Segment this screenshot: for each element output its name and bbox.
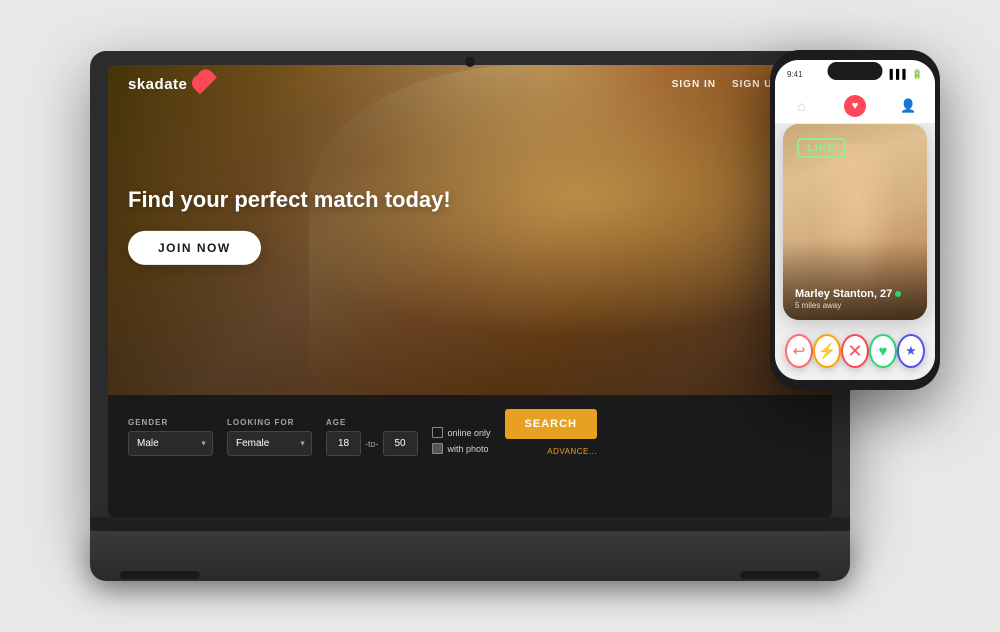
like-button[interactable]: ♥: [869, 334, 897, 368]
gender-select[interactable]: Male Female: [128, 431, 213, 456]
age-separator: -to-: [365, 439, 379, 449]
logo-text: skadate: [128, 76, 187, 93]
signal-icon: ▌▌▌: [890, 69, 909, 79]
logo-heart-icon: [189, 72, 212, 95]
action-buttons: ↩ ⚡ ✕ ♥ ★: [775, 334, 935, 368]
phone-status-icons: ▌▌▌ 🔋: [890, 69, 923, 80]
phone: 9:41 ▌▌▌ 🔋 ⌂ ♥ 👤 LIKE: [770, 50, 940, 390]
battery-icon: 🔋: [912, 69, 923, 80]
looking-for-group: LOOKING FOR Female Male: [227, 418, 312, 456]
online-only-filter[interactable]: online only: [432, 427, 491, 438]
phone-nav-bar: ⌂ ♥ 👤: [775, 88, 935, 124]
looking-for-select[interactable]: Female Male: [227, 431, 312, 456]
laptop-base: [90, 531, 850, 581]
advanced-search-link[interactable]: ADVANCE...: [505, 447, 597, 456]
with-photo-checkbox[interactable]: [432, 443, 443, 454]
looking-for-select-wrapper: Female Male: [227, 431, 312, 456]
hero-section: skadate SIGN IN SIGN UP EN Find your: [108, 65, 832, 395]
heart-nav-icon[interactable]: ♥: [844, 95, 866, 117]
boost-button[interactable]: ⚡: [813, 334, 841, 368]
looking-for-label: LOOKING FOR: [227, 418, 312, 427]
gender-label: GENDER: [128, 418, 213, 427]
profile-nav-icon[interactable]: 👤: [897, 95, 919, 117]
with-photo-filter[interactable]: with photo: [432, 443, 491, 454]
online-only-label: online only: [448, 428, 491, 438]
gender-group: GENDER Male Female: [128, 418, 213, 456]
phone-notch: [828, 62, 883, 80]
age-max-input[interactable]: [383, 431, 418, 456]
age-label: AGE: [326, 418, 418, 427]
website: skadate SIGN IN SIGN UP EN Find your: [108, 65, 832, 517]
laptop: skadate SIGN IN SIGN UP EN Find your: [90, 51, 850, 581]
laptop-hinge: [90, 517, 850, 531]
gender-select-wrapper: Male Female: [128, 431, 213, 456]
laptop-foot-left: [120, 571, 200, 579]
phone-screen: 9:41 ▌▌▌ 🔋 ⌂ ♥ 👤 LIKE: [775, 60, 935, 380]
hero-title: Find your perfect match today!: [128, 187, 451, 213]
logo: skadate: [128, 75, 208, 94]
join-now-button[interactable]: JOIN NOW: [128, 231, 261, 265]
rewind-button[interactable]: ↩: [785, 334, 813, 368]
home-nav-icon[interactable]: ⌂: [791, 95, 813, 117]
card-user-distance: 5 miles away: [795, 301, 904, 310]
laptop-screen: skadate SIGN IN SIGN UP EN Find your: [108, 65, 832, 517]
phone-time: 9:41: [787, 70, 803, 79]
superlike-button[interactable]: ★: [897, 334, 925, 368]
card-user-info: Marley Stanton, 27 5 miles away: [795, 288, 904, 310]
signin-link[interactable]: SIGN IN: [672, 79, 716, 90]
scene: skadate SIGN IN SIGN UP EN Find your: [0, 0, 1000, 632]
nope-button[interactable]: ✕: [841, 334, 869, 368]
online-indicator: [895, 291, 901, 297]
laptop-body: skadate SIGN IN SIGN UP EN Find your: [90, 51, 850, 531]
navigation: skadate SIGN IN SIGN UP EN: [108, 65, 832, 104]
card-user-name: Marley Stanton, 27: [795, 288, 904, 300]
age-inputs: -to-: [326, 431, 418, 456]
filter-checkboxes: online only with photo: [432, 427, 491, 454]
hero-content: Find your perfect match today! JOIN NOW: [128, 187, 451, 265]
online-only-checkbox[interactable]: [432, 427, 443, 438]
search-button[interactable]: SEARCH: [505, 409, 597, 439]
laptop-foot-right: [740, 571, 820, 579]
search-button-group: SEARCH ADVANCE...: [505, 409, 597, 456]
like-badge: LIKE: [797, 138, 846, 158]
age-group: AGE -to-: [326, 418, 418, 456]
with-photo-label: with photo: [448, 444, 489, 454]
profile-card[interactable]: LIKE Marley Stanton, 27 5 miles away: [783, 124, 927, 320]
search-section: GENDER Male Female LOOKING FOR: [108, 395, 832, 470]
age-min-input[interactable]: [326, 431, 361, 456]
